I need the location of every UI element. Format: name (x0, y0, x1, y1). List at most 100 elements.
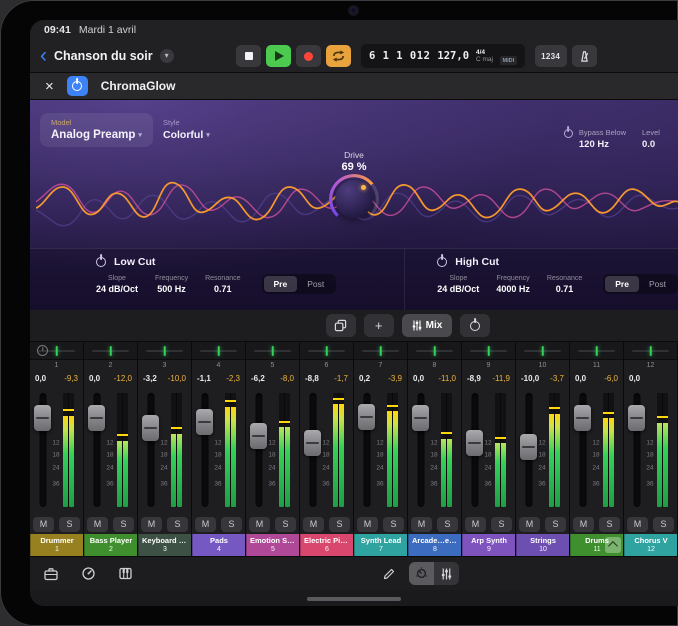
low-cut-slope[interactable]: Slope 24 dB/Oct (96, 275, 138, 294)
fader-cap[interactable] (88, 405, 105, 431)
pan-control[interactable] (138, 342, 191, 360)
mute-button[interactable]: M (141, 517, 162, 532)
plugins-button[interactable] (77, 563, 99, 585)
home-indicator[interactable] (307, 597, 401, 601)
volume-fader[interactable] (579, 393, 586, 507)
volume-readout[interactable]: 0,0 (629, 372, 640, 386)
fader-cap[interactable] (250, 423, 267, 449)
mute-button[interactable]: M (195, 517, 216, 532)
pan-control[interactable] (84, 342, 137, 360)
play-button[interactable] (266, 45, 291, 67)
solo-button[interactable]: S (221, 517, 242, 532)
solo-button[interactable]: S (437, 517, 458, 532)
mute-button[interactable]: M (33, 517, 54, 532)
controls-view-button[interactable] (409, 562, 434, 585)
track-name-plate[interactable]: Pads 4 (192, 534, 245, 556)
fader-cap[interactable] (628, 405, 645, 431)
peak-readout[interactable]: -12,0 (114, 372, 132, 386)
track-name-plate[interactable]: Synth Lead 7 (354, 534, 407, 556)
metronome-button[interactable] (572, 45, 597, 67)
stack-collapse-icon[interactable] (605, 537, 621, 553)
track-name-plate[interactable]: Emotion Strings 5 (246, 534, 299, 556)
mixer-power-button[interactable] (460, 314, 490, 337)
fader-cap[interactable] (34, 405, 51, 431)
track-name-plate[interactable]: Arp Synth 9 (462, 534, 515, 556)
fader-cap[interactable] (358, 404, 375, 430)
volume-readout[interactable]: -6,2 (251, 372, 265, 386)
solo-button[interactable]: S (275, 517, 296, 532)
volume-readout[interactable]: 0,0 (413, 372, 424, 386)
pan-knob-icon[interactable] (37, 345, 48, 356)
low-cut-post-button[interactable]: Post (297, 276, 334, 292)
fader-cap[interactable] (412, 405, 429, 431)
volume-fader[interactable] (39, 393, 46, 507)
track-name-plate[interactable]: Bass Player 2 (84, 534, 137, 556)
solo-button[interactable]: S (383, 517, 404, 532)
high-cut-resonance[interactable]: Resonance 0.71 (547, 275, 582, 294)
track-name-plate[interactable]: Electric Piano 6 (300, 534, 353, 556)
track-name-plate[interactable]: Drummer 1 (30, 534, 83, 556)
volume-fader[interactable] (309, 393, 316, 507)
pan-control[interactable] (516, 342, 569, 360)
add-track-button[interactable]: + (364, 314, 394, 337)
record-button[interactable] (296, 45, 321, 67)
peak-readout[interactable]: -11,0 (438, 372, 456, 386)
solo-button[interactable]: S (59, 517, 80, 532)
fader-cap[interactable] (574, 405, 591, 431)
mix-view-button[interactable]: Mix (402, 314, 453, 337)
volume-readout[interactable]: -8,8 (305, 372, 319, 386)
solo-button[interactable]: S (167, 517, 188, 532)
low-cut-frequency[interactable]: Frequency 500 Hz (155, 275, 188, 294)
low-cut-power-icon[interactable] (96, 257, 106, 267)
pan-control[interactable] (624, 342, 677, 360)
fader-cap[interactable] (196, 409, 213, 435)
solo-button[interactable]: S (545, 517, 566, 532)
high-cut-frequency[interactable]: Frequency 4000 Hz (496, 275, 530, 294)
peak-readout[interactable]: -10,0 (168, 372, 186, 386)
peak-readout[interactable]: -3,7 (550, 372, 564, 386)
volume-fader[interactable] (147, 393, 154, 507)
count-in-button[interactable]: 1234 (535, 45, 567, 67)
low-cut-resonance[interactable]: Resonance 0.71 (205, 275, 240, 294)
solo-button[interactable]: S (329, 517, 350, 532)
pan-control[interactable] (354, 342, 407, 360)
fader-cap[interactable] (466, 430, 483, 456)
lcd-display[interactable]: 6 1 1 012 127,0 4/4 C maj MIDI (361, 44, 525, 68)
track-name-plate[interactable]: Arcade…eet Pad 8 (408, 534, 461, 556)
mute-button[interactable]: M (519, 517, 540, 532)
project-title[interactable]: Chanson du soir (54, 49, 153, 63)
peak-readout[interactable]: -11,9 (492, 372, 510, 386)
drive-knob[interactable] (335, 180, 373, 218)
volume-readout[interactable]: -10,0 (521, 372, 539, 386)
stop-button[interactable] (236, 45, 261, 67)
volume-readout[interactable]: -8,9 (467, 372, 481, 386)
mute-button[interactable]: M (357, 517, 378, 532)
browsers-button[interactable] (40, 563, 62, 585)
solo-button[interactable]: S (653, 517, 674, 532)
high-cut-power-icon[interactable] (437, 257, 447, 267)
mute-button[interactable]: M (87, 517, 108, 532)
model-dropdown[interactable]: Model Analog Preamp▾ (40, 113, 153, 147)
volume-fader[interactable] (471, 393, 478, 507)
solo-button[interactable]: S (113, 517, 134, 532)
low-cut-pre-button[interactable]: Pre (264, 276, 298, 292)
volume-readout[interactable]: 0,0 (575, 372, 586, 386)
peak-readout[interactable]: -6,0 (604, 372, 618, 386)
plugin-power-button[interactable] (67, 76, 88, 96)
high-cut-post-button[interactable]: Post (639, 276, 676, 292)
volume-fader[interactable] (525, 393, 532, 507)
volume-readout[interactable]: 0,0 (89, 372, 100, 386)
pan-control[interactable] (246, 342, 299, 360)
volume-readout[interactable]: -3,2 (143, 372, 157, 386)
volume-fader[interactable] (93, 393, 100, 507)
mute-button[interactable]: M (411, 517, 432, 532)
peak-readout[interactable]: -1,7 (334, 372, 348, 386)
pan-control[interactable] (570, 342, 623, 360)
mute-button[interactable]: M (303, 517, 324, 532)
peak-readout[interactable]: -3,9 (388, 372, 402, 386)
volume-fader[interactable] (201, 393, 208, 507)
volume-fader[interactable] (633, 393, 640, 507)
track-name-plate[interactable]: Strings 10 (516, 534, 569, 556)
pan-control[interactable] (192, 342, 245, 360)
bypass-below-control[interactable]: Bypass Below 120 Hz (564, 128, 626, 150)
